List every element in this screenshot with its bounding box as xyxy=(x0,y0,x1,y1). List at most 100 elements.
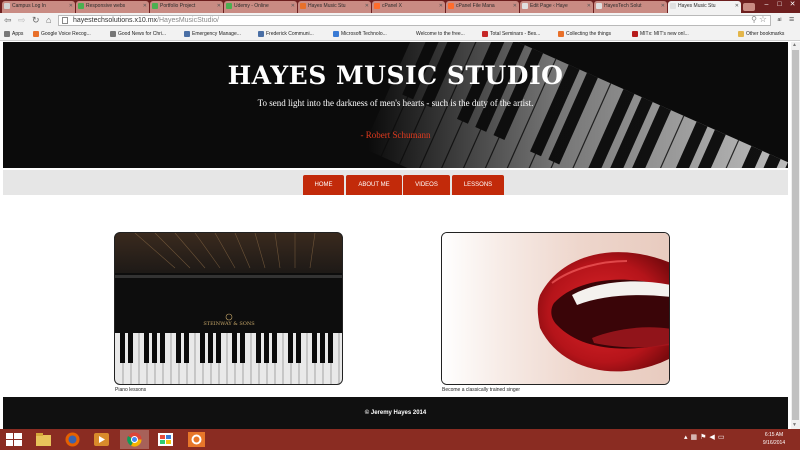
media-player-icon[interactable] xyxy=(87,430,116,449)
browser-tab[interactable]: Responsive webs ✕ xyxy=(76,1,149,13)
tab-favicon-icon xyxy=(4,2,10,9)
browser-tab[interactable]: Edit Page ‹ Haye ✕ xyxy=(520,1,593,13)
browser-tab[interactable]: Campus Log In ✕ xyxy=(2,1,75,13)
close-tab-icon[interactable]: ✕ xyxy=(217,1,221,12)
windows-start-icon[interactable] xyxy=(0,430,29,449)
battery-icon[interactable]: ▭ xyxy=(718,434,728,441)
page-viewport: HAYES MUSIC STUDIO To send light into th… xyxy=(0,42,791,429)
browser-tab[interactable]: Hayes Music Stu ✕ xyxy=(298,1,371,13)
new-tab-button[interactable] xyxy=(743,3,755,11)
tab-favicon-icon xyxy=(670,2,676,9)
bookmark-favicon-icon xyxy=(482,30,488,37)
browser-tab[interactable]: cPanel File Mana ✕ xyxy=(446,1,519,13)
bookmark-item[interactable]: Microsoft Technolo... xyxy=(333,28,387,41)
close-tab-icon[interactable]: ✕ xyxy=(735,1,739,12)
bookmark-item[interactable]: Google Voice Recog... xyxy=(33,28,91,41)
bookmark-item[interactable]: Good News for Chri... xyxy=(110,28,166,41)
bookmark-favicon-icon xyxy=(184,30,190,37)
bookmarks-bar: Apps Google Voice Recog... Good News for… xyxy=(0,28,800,41)
bookmark-item[interactable]: Welcome to the free... xyxy=(408,28,465,41)
network-icon[interactable]: ▦ xyxy=(691,434,701,441)
browser-tab[interactable]: cPanel X ✕ xyxy=(372,1,445,13)
close-tab-icon[interactable]: ✕ xyxy=(661,1,665,12)
clock-date: 9/16/2014 xyxy=(762,440,786,446)
quote-author: - Robert Schumann xyxy=(360,130,431,140)
tab-favicon-icon xyxy=(226,2,232,9)
singer-lips-image xyxy=(442,233,669,384)
grand-piano-image: STEINWAY & SONS xyxy=(115,233,342,384)
bookmark-item[interactable]: Collecting the things xyxy=(558,28,611,41)
close-tab-icon[interactable]: ✕ xyxy=(587,1,591,12)
page-footer: © Jeremy Hayes 2014 xyxy=(3,397,788,429)
bookmark-item[interactable]: Total Seminars - Bes... xyxy=(482,28,540,41)
bookmark-item[interactable]: MITx: MIT's new onl... xyxy=(632,28,689,41)
other-bookmarks-folder[interactable]: Other bookmarks xyxy=(738,28,784,41)
piano-caption: Piano lessons xyxy=(115,387,147,393)
file-explorer-icon[interactable] xyxy=(29,430,58,449)
close-tab-icon[interactable]: ✕ xyxy=(143,1,147,12)
forward-arrow-icon[interactable]: ⇨ xyxy=(18,14,26,27)
extension-button[interactable]: ai xyxy=(774,15,785,26)
nav-videos[interactable]: VIDEOS xyxy=(403,175,450,195)
browser-tab-active[interactable]: Hayes Music Stu ✕ xyxy=(668,1,741,13)
windows-taskbar: ▴▦⚑◀▭ 6:15 AM 9/16/2014 xyxy=(0,429,800,450)
scroll-up-arrow-icon[interactable]: ▲ xyxy=(792,42,797,48)
tab-label: Udemy - Online xyxy=(234,3,269,9)
maximize-window-icon[interactable]: □ xyxy=(773,0,786,10)
home-icon[interactable]: ⌂ xyxy=(46,14,51,27)
browser-tab[interactable]: Portfolio Project ✕ xyxy=(150,1,223,13)
page-icon xyxy=(62,17,68,24)
folder-icon xyxy=(738,30,744,37)
tab-label: Portfolio Project xyxy=(160,3,196,9)
close-tab-icon[interactable]: ✕ xyxy=(365,1,369,12)
singer-lips-photo[interactable] xyxy=(441,232,670,385)
store-icon[interactable] xyxy=(151,430,180,449)
bookmark-item[interactable]: Emergency Manage... xyxy=(184,28,241,41)
page-scrollbar[interactable]: ▲ ▼ xyxy=(791,42,800,429)
bookmark-favicon-icon xyxy=(33,30,39,37)
browser-toolbar: ⇦ ⇨ ↻ ⌂ hayestechsolutions.x10.mx/HayesM… xyxy=(0,13,800,28)
scroll-down-arrow-icon[interactable]: ▼ xyxy=(792,422,797,428)
minimize-window-icon[interactable]: – xyxy=(760,0,773,10)
bookmark-favicon-icon xyxy=(632,30,638,37)
settings-icon[interactable] xyxy=(182,430,211,449)
grand-piano-photo[interactable]: STEINWAY & SONS xyxy=(114,232,343,385)
close-tab-icon[interactable]: ✕ xyxy=(291,1,295,12)
close-tab-icon[interactable]: ✕ xyxy=(513,1,517,12)
reload-icon[interactable]: ↻ xyxy=(32,14,40,27)
bookmark-star-icon[interactable]: ☆ xyxy=(759,15,767,24)
tab-label: Hayes Music Stu xyxy=(678,3,716,9)
scrollbar-thumb[interactable] xyxy=(792,50,799,420)
tab-favicon-icon xyxy=(374,2,380,9)
main-nav: HOME ABOUT ME VIDEOS LESSONS xyxy=(3,170,788,195)
nav-lessons[interactable]: LESSONS xyxy=(452,175,504,195)
bookmark-item[interactable]: Frederick Communi... xyxy=(258,28,314,41)
chrome-icon[interactable] xyxy=(120,430,149,449)
tab-favicon-icon xyxy=(596,2,602,9)
bookmark-apps[interactable]: Apps xyxy=(4,28,23,41)
browser-menu-icon[interactable]: ≡ xyxy=(789,14,794,24)
nav-home[interactable]: HOME xyxy=(303,175,344,195)
browser-tab[interactable]: HayesTech Solut ✕ xyxy=(594,1,667,13)
close-tab-icon[interactable]: ✕ xyxy=(439,1,443,12)
browser-tab-strip: Campus Log In ✕ Responsive webs ✕ Portfoli… xyxy=(0,0,800,13)
nav-about-me[interactable]: ABOUT ME xyxy=(346,175,402,195)
copyright-text: © Jeremy Hayes 2014 xyxy=(364,410,427,416)
bookmark-favicon-icon xyxy=(558,30,564,37)
taskbar-clock[interactable]: 6:15 AM 9/16/2014 xyxy=(754,431,794,447)
tab-favicon-icon xyxy=(152,2,158,9)
address-bar[interactable]: hayestechsolutions.x10.mx/HayesMusicStud… xyxy=(58,15,771,26)
singer-caption: Become a classically trained singer xyxy=(442,387,521,393)
firefox-icon[interactable] xyxy=(58,430,87,449)
volume-icon[interactable]: ◀ xyxy=(709,434,717,441)
tab-favicon-icon xyxy=(78,2,84,9)
tab-label: cPanel X xyxy=(382,3,403,9)
back-arrow-icon[interactable]: ⇦ xyxy=(4,14,12,27)
close-tab-icon[interactable]: ✕ xyxy=(69,1,73,12)
browser-tab[interactable]: Udemy - Online ✕ xyxy=(224,1,297,13)
tab-favicon-icon xyxy=(448,2,454,9)
svg-text:STEINWAY & SONS: STEINWAY & SONS xyxy=(203,321,255,327)
close-window-icon[interactable]: ✕ xyxy=(786,0,799,10)
search-icon[interactable]: ⚲ xyxy=(751,15,757,24)
system-tray[interactable]: ▴▦⚑◀▭ xyxy=(684,433,727,441)
